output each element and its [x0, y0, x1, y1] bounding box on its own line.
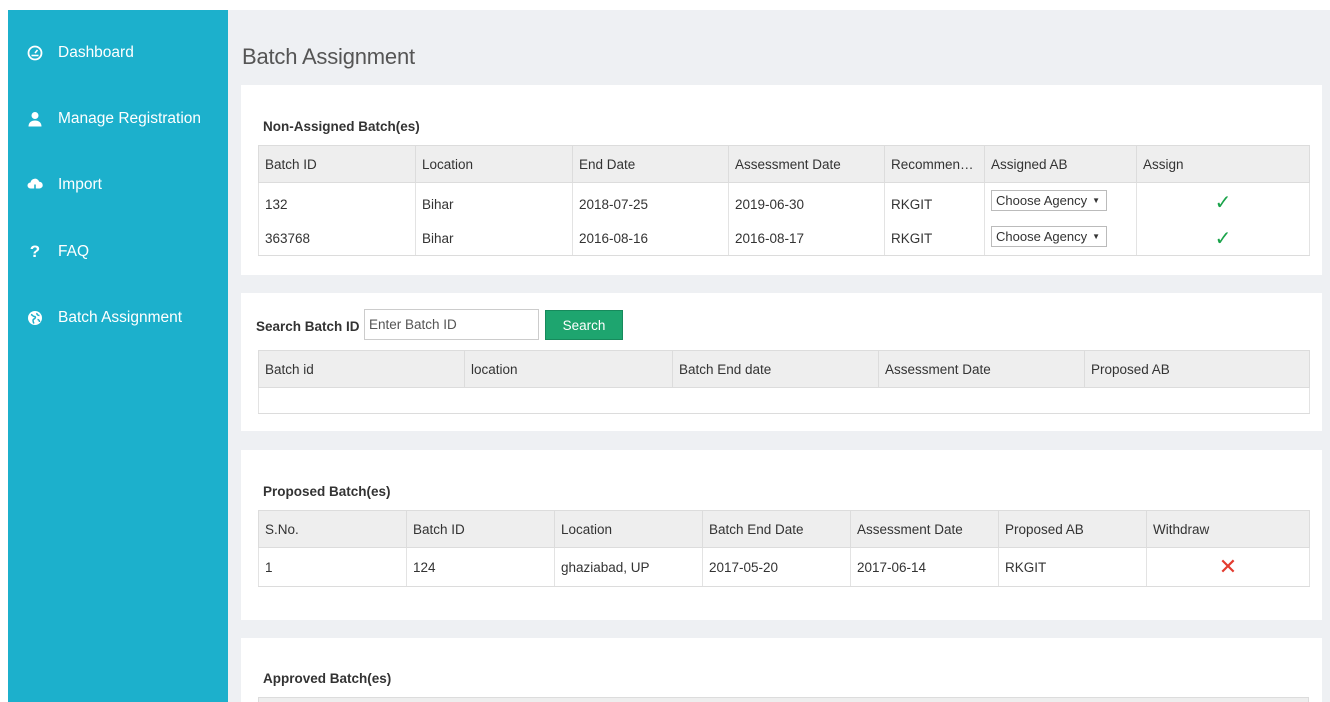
proposed-panel: Proposed Batch(es) S.No. Batch ID Locati… — [241, 450, 1322, 620]
sidebar-item-label: Batch Assignment — [58, 309, 183, 326]
search-results-table: Batch id location Batch End date Assessm… — [258, 350, 1310, 414]
location-cell: Bihar — [415, 221, 573, 256]
assigned-ab-cell: Choose Agency ▼ — [984, 182, 1137, 222]
column-header: Location — [554, 510, 703, 548]
sidebar-item-label: Dashboard — [58, 44, 134, 61]
location-cell: ghaziabad, UP — [554, 547, 703, 587]
sidebar-item-dashboard[interactable]: Dashboard — [8, 38, 228, 68]
assigned-ab-cell: Choose Agency ▼ — [984, 221, 1137, 256]
assessment-date-cell: 2017-06-14 — [850, 547, 999, 587]
table-row: 363768 Bihar 2016-08-16 2016-08-17 RKGIT… — [258, 221, 1310, 256]
table-row: 1 124 ghaziabad, UP 2017-05-20 2017-06-1… — [258, 547, 1310, 587]
table-header-row: Batch id location Batch End date Assessm… — [258, 350, 1310, 388]
table-header-row: Batch ID Location End Date Assessment Da… — [258, 145, 1310, 183]
search-button[interactable]: Search — [545, 310, 623, 340]
column-header: Assessment Date — [878, 350, 1085, 388]
sidebar-item-faq[interactable]: ? FAQ — [8, 237, 228, 267]
batch-id-cell: 132 — [258, 182, 416, 222]
assign-cell: ✓ — [1136, 221, 1310, 256]
assessment-date-cell: 2019-06-30 — [728, 182, 885, 222]
sidebar-item-label: FAQ — [58, 243, 90, 260]
assessment-date-cell: 2016-08-17 — [728, 221, 885, 256]
sno-cell: 1 — [258, 547, 407, 587]
column-header: Assessment Date — [850, 510, 999, 548]
user-icon — [27, 111, 43, 127]
agency-select[interactable]: Choose Agency ▼ — [991, 226, 1107, 248]
end-date-cell: 2018-07-25 — [572, 182, 729, 222]
question-icon: ? — [29, 242, 41, 261]
search-panel: Search Batch ID Search Batch id location… — [241, 293, 1322, 431]
approved-panel: Approved Batch(es) — [241, 638, 1322, 702]
chevron-down-icon: ▼ — [1092, 196, 1100, 206]
withdraw-cell: ✕ — [1146, 547, 1310, 587]
column-header: Batch id — [258, 350, 465, 388]
column-header: Withdraw — [1146, 510, 1310, 548]
column-header: Assigned AB — [984, 145, 1137, 183]
column-header: Proposed AB — [998, 510, 1147, 548]
non-assigned-table: Batch ID Location End Date Assessment Da… — [258, 145, 1310, 256]
search-input[interactable] — [364, 309, 539, 340]
import-icon — [27, 177, 43, 193]
end-date-cell: 2016-08-16 — [572, 221, 729, 256]
agency-select-value: Choose Agency — [996, 193, 1088, 209]
recommended-cell: RKGIT — [884, 182, 985, 222]
empty-row — [258, 387, 1310, 414]
page-title: Batch Assignment — [242, 44, 415, 69]
sidebar-item-label: Import — [58, 176, 102, 193]
column-header: End Date — [572, 145, 729, 183]
column-header: Proposed AB — [1084, 350, 1310, 388]
non-assigned-heading: Non-Assigned Batch(es) — [263, 119, 420, 134]
dashboard-icon — [27, 45, 43, 61]
approved-table-header — [258, 697, 1309, 702]
column-header: Location — [415, 145, 573, 183]
main-content: Batch Assignment Non-Assigned Batch(es) … — [228, 10, 1330, 702]
proposed-ab-cell: RKGIT — [998, 547, 1147, 587]
sidebar-item-batch-assignment[interactable]: Batch Assignment — [8, 303, 228, 333]
sidebar-item-manage-registration[interactable]: Manage Registration — [8, 104, 228, 134]
end-date-cell: 2017-05-20 — [702, 547, 851, 587]
column-header: Batch End Date — [702, 510, 851, 548]
chevron-down-icon: ▼ — [1092, 232, 1100, 242]
globe-icon — [27, 310, 43, 326]
proposed-heading: Proposed Batch(es) — [263, 484, 391, 499]
table-header-row: S.No. Batch ID Location Batch End Date A… — [258, 510, 1310, 548]
sidebar: Dashboard Manage Registration Import ? F… — [8, 10, 228, 702]
batch-id-cell: 124 — [406, 547, 555, 587]
column-header: Batch End date — [672, 350, 879, 388]
assign-cell: ✓ — [1136, 182, 1310, 222]
sidebar-item-import[interactable]: Import — [8, 170, 228, 200]
agency-select-value: Choose Agency — [996, 229, 1088, 245]
proposed-table: S.No. Batch ID Location Batch End Date A… — [258, 510, 1310, 587]
agency-select[interactable]: Choose Agency ▼ — [991, 190, 1107, 212]
withdraw-x-icon[interactable]: ✕ — [1219, 554, 1237, 579]
check-icon[interactable]: ✓ — [1215, 228, 1232, 250]
search-label: Search Batch ID — [256, 319, 360, 334]
batch-id-cell: 363768 — [258, 221, 416, 256]
location-cell: Bihar — [415, 182, 573, 222]
column-header: Batch ID — [406, 510, 555, 548]
approved-heading: Approved Batch(es) — [263, 671, 392, 686]
non-assigned-panel: Non-Assigned Batch(es) Batch ID Location… — [241, 85, 1322, 275]
column-header: Recommended — [884, 145, 985, 183]
recommended-cell: RKGIT — [884, 221, 985, 256]
sidebar-item-label: Manage Registration — [58, 110, 202, 127]
column-header: Batch ID — [258, 145, 416, 183]
check-icon[interactable]: ✓ — [1215, 192, 1232, 214]
column-header: Assign — [1136, 145, 1310, 183]
column-header: S.No. — [258, 510, 407, 548]
column-header: location — [464, 350, 673, 388]
column-header: Assessment Date — [728, 145, 885, 183]
table-row: 132 Bihar 2018-07-25 2019-06-30 RKGIT Ch… — [258, 182, 1310, 222]
